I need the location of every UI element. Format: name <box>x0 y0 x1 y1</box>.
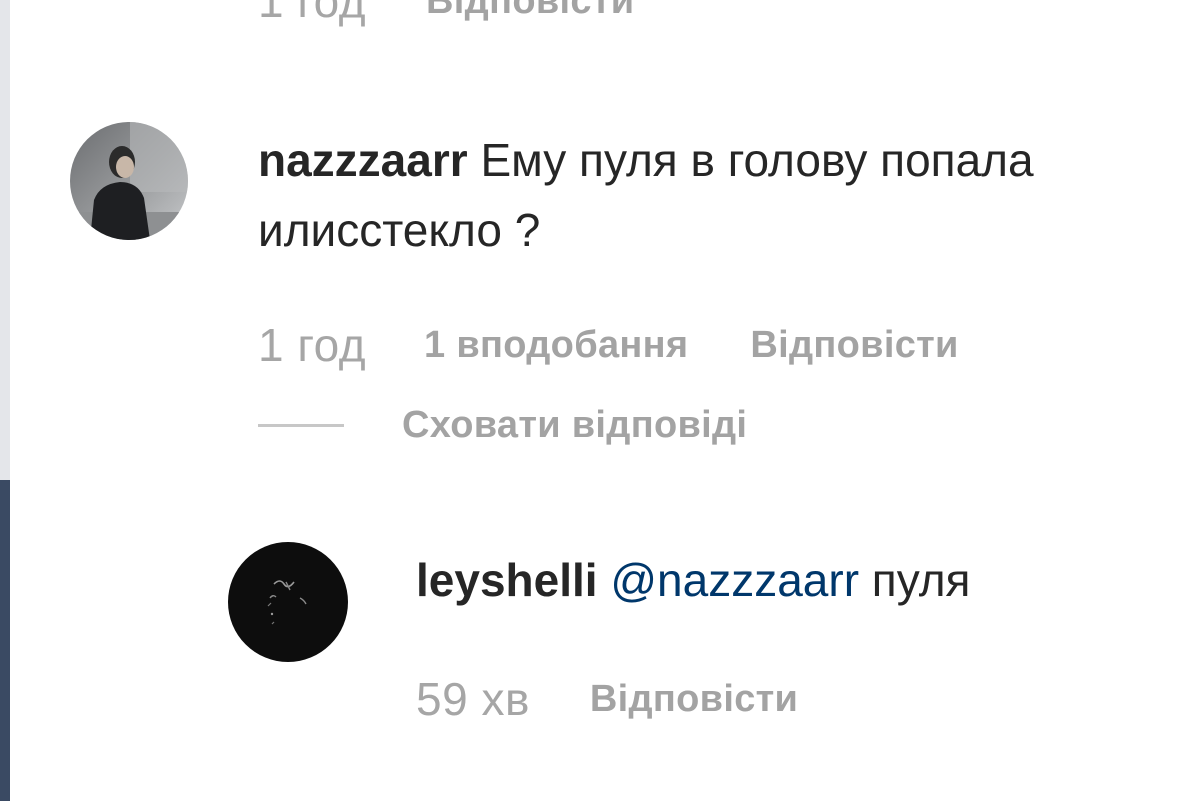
reply-meta: 59 хв Відповісти <box>416 672 798 726</box>
comment-line-1: nazzzaarr Ему пуля в голову попала <box>258 125 1034 195</box>
background-sliver <box>0 480 10 801</box>
profile-photo-icon <box>70 122 188 240</box>
hide-replies-label: Сховати відповіді <box>402 404 748 446</box>
reply-time: 59 хв <box>416 673 530 725</box>
prev-reply-button[interactable]: Відповісти <box>426 0 634 23</box>
reply-button[interactable]: Відповісти <box>750 324 958 367</box>
comment-username[interactable]: nazzzaarr <box>258 134 468 186</box>
reply-reply-button[interactable]: Відповісти <box>590 678 798 721</box>
reply-text: leyshelli @nazzzaarr пуля <box>416 545 970 615</box>
comment-text: nazzzaarr Ему пуля в голову попала илисс… <box>258 125 1034 265</box>
prev-comment-meta: 1 год Відповісти <box>258 0 634 28</box>
hide-replies-button[interactable]: Сховати відповіді <box>258 404 747 447</box>
reply-mention-link[interactable]: @nazzzaarr <box>610 554 859 606</box>
comment-meta: 1 год 1 вподобання Відповісти <box>258 318 959 372</box>
comment-time: 1 год <box>258 319 367 371</box>
replies-divider-line <box>258 424 344 427</box>
reply-body: пуля <box>871 554 971 606</box>
comment-body-line-2: илисстекло ? <box>258 204 541 256</box>
reply-username[interactable]: leyshelli <box>416 554 598 606</box>
comment-body-line-1: Ему пуля в голову попала <box>480 134 1034 186</box>
left-window-edge <box>0 0 10 801</box>
reply-avatar[interactable] <box>228 542 348 662</box>
prev-comment-time: 1 год <box>258 0 367 27</box>
comments-panel: 1 год Відповісти nazzzaarr Ему пуля в го… <box>0 0 1200 801</box>
profile-photo-icon <box>228 542 348 662</box>
avatar[interactable] <box>70 122 188 240</box>
likes-count[interactable]: 1 вподобання <box>424 324 688 367</box>
